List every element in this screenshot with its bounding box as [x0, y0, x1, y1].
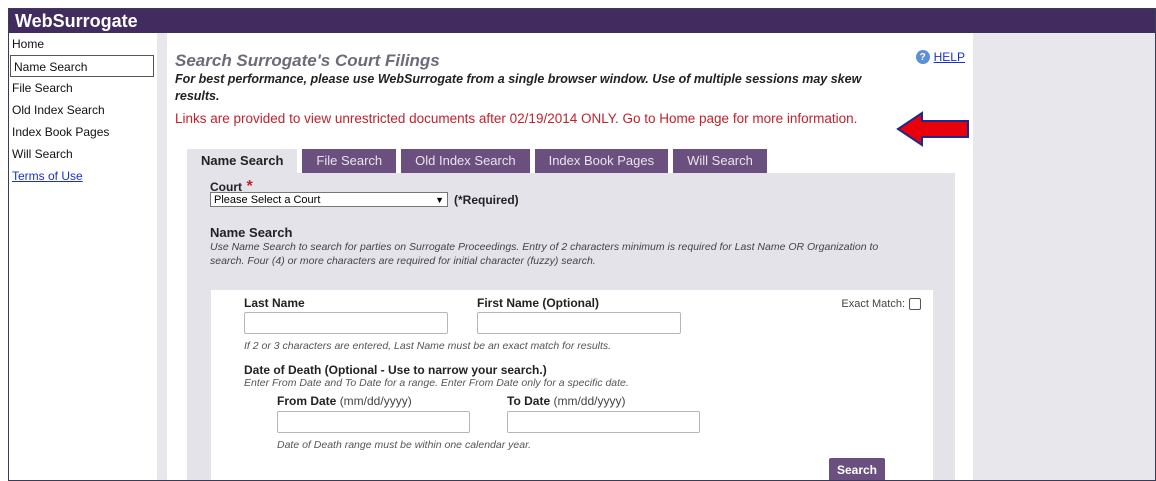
- help-link-group[interactable]: ? HELP: [915, 50, 965, 64]
- dod-range-hint: Date of Death range must be within one c…: [277, 439, 532, 451]
- links-notice: Links are provided to view unrestricted …: [175, 111, 858, 126]
- sidebar-item-index-book-pages[interactable]: Index Book Pages: [9, 121, 157, 143]
- help-link[interactable]: HELP: [934, 50, 965, 64]
- dod-heading: Date of Death (Optional - Use to narrow …: [244, 363, 547, 377]
- name-search-heading: Name Search: [210, 225, 293, 240]
- name-search-panel: Court * Please Select a Court ▼ (*Requir…: [187, 173, 955, 480]
- sidebar: Home Name Search File Search Old Index S…: [9, 33, 157, 480]
- from-date-label-group: From Date (mm/dd/yyyy): [277, 394, 412, 408]
- app-title: WebSurrogate: [15, 11, 138, 31]
- sidebar-item-file-search[interactable]: File Search: [9, 77, 157, 99]
- right-empty-pane: [973, 33, 1155, 480]
- tab-will-search[interactable]: Will Search: [673, 149, 767, 173]
- dod-description: Enter From Date and To Date for a range.…: [244, 377, 629, 389]
- to-date-label: To Date: [507, 394, 551, 408]
- sidebar-item-terms-of-use[interactable]: Terms of Use: [9, 165, 157, 187]
- sidebar-item-old-index-search[interactable]: Old Index Search: [9, 99, 157, 121]
- to-date-format: (mm/dd/yyyy): [553, 394, 626, 408]
- sidebar-item-will-search[interactable]: Will Search: [9, 143, 157, 165]
- exact-match-checkbox[interactable]: [909, 298, 921, 310]
- to-date-label-group: To Date (mm/dd/yyyy): [507, 394, 625, 408]
- first-name-label: First Name (Optional): [477, 296, 600, 310]
- sidebar-item-home[interactable]: Home: [9, 33, 157, 55]
- from-date-input[interactable]: [277, 411, 470, 433]
- app-window: WebSurrogate Home Name Search File Searc…: [8, 8, 1156, 481]
- court-row: Please Select a Court ▼ (*Required): [210, 192, 519, 207]
- chevron-down-icon[interactable]: ▼: [435, 195, 444, 205]
- court-select-value: Please Select a Court: [214, 193, 321, 206]
- performance-note: For best performance, please use WebSurr…: [175, 72, 862, 103]
- help-circle-icon[interactable]: ?: [915, 50, 930, 64]
- terms-of-use-link[interactable]: Terms of Use: [12, 169, 83, 183]
- exact-match-label: Exact Match:: [841, 298, 905, 310]
- left-gutter: [157, 33, 167, 480]
- red-left-arrow-icon: [896, 111, 969, 147]
- tab-index-book-pages[interactable]: Index Book Pages: [534, 149, 669, 173]
- from-date-label: From Date: [277, 394, 337, 408]
- last-name-label: Last Name: [244, 296, 305, 310]
- tab-old-index-search[interactable]: Old Index Search: [401, 149, 530, 173]
- page-title: Search Surrogate's Court Filings: [175, 51, 440, 70]
- search-button[interactable]: Search: [828, 458, 885, 480]
- last-name-hint: If 2 or 3 characters are entered, Last N…: [244, 340, 612, 352]
- court-select[interactable]: Please Select a Court ▼: [210, 192, 448, 207]
- main-content: Search Surrogate's Court Filings ? HELP …: [167, 33, 973, 480]
- exact-match-group: Exact Match:: [841, 298, 921, 310]
- sidebar-item-name-search[interactable]: Name Search: [10, 55, 154, 77]
- last-name-input[interactable]: [244, 312, 448, 334]
- name-search-form: Last Name First Name (Optional) Exact Ma…: [211, 290, 933, 480]
- first-name-input[interactable]: [477, 312, 681, 334]
- from-date-format: (mm/dd/yyyy): [339, 394, 412, 408]
- name-search-description: Use Name Search to search for parties on…: [210, 241, 879, 267]
- tab-file-search[interactable]: File Search: [302, 149, 397, 173]
- tab-name-search[interactable]: Name Search: [187, 149, 298, 173]
- to-date-input[interactable]: [507, 411, 700, 433]
- search-tabs: Name Search File Search Old Index Search…: [187, 149, 767, 173]
- top-bar: WebSurrogate: [9, 9, 1155, 33]
- required-note: (*Required): [454, 192, 519, 207]
